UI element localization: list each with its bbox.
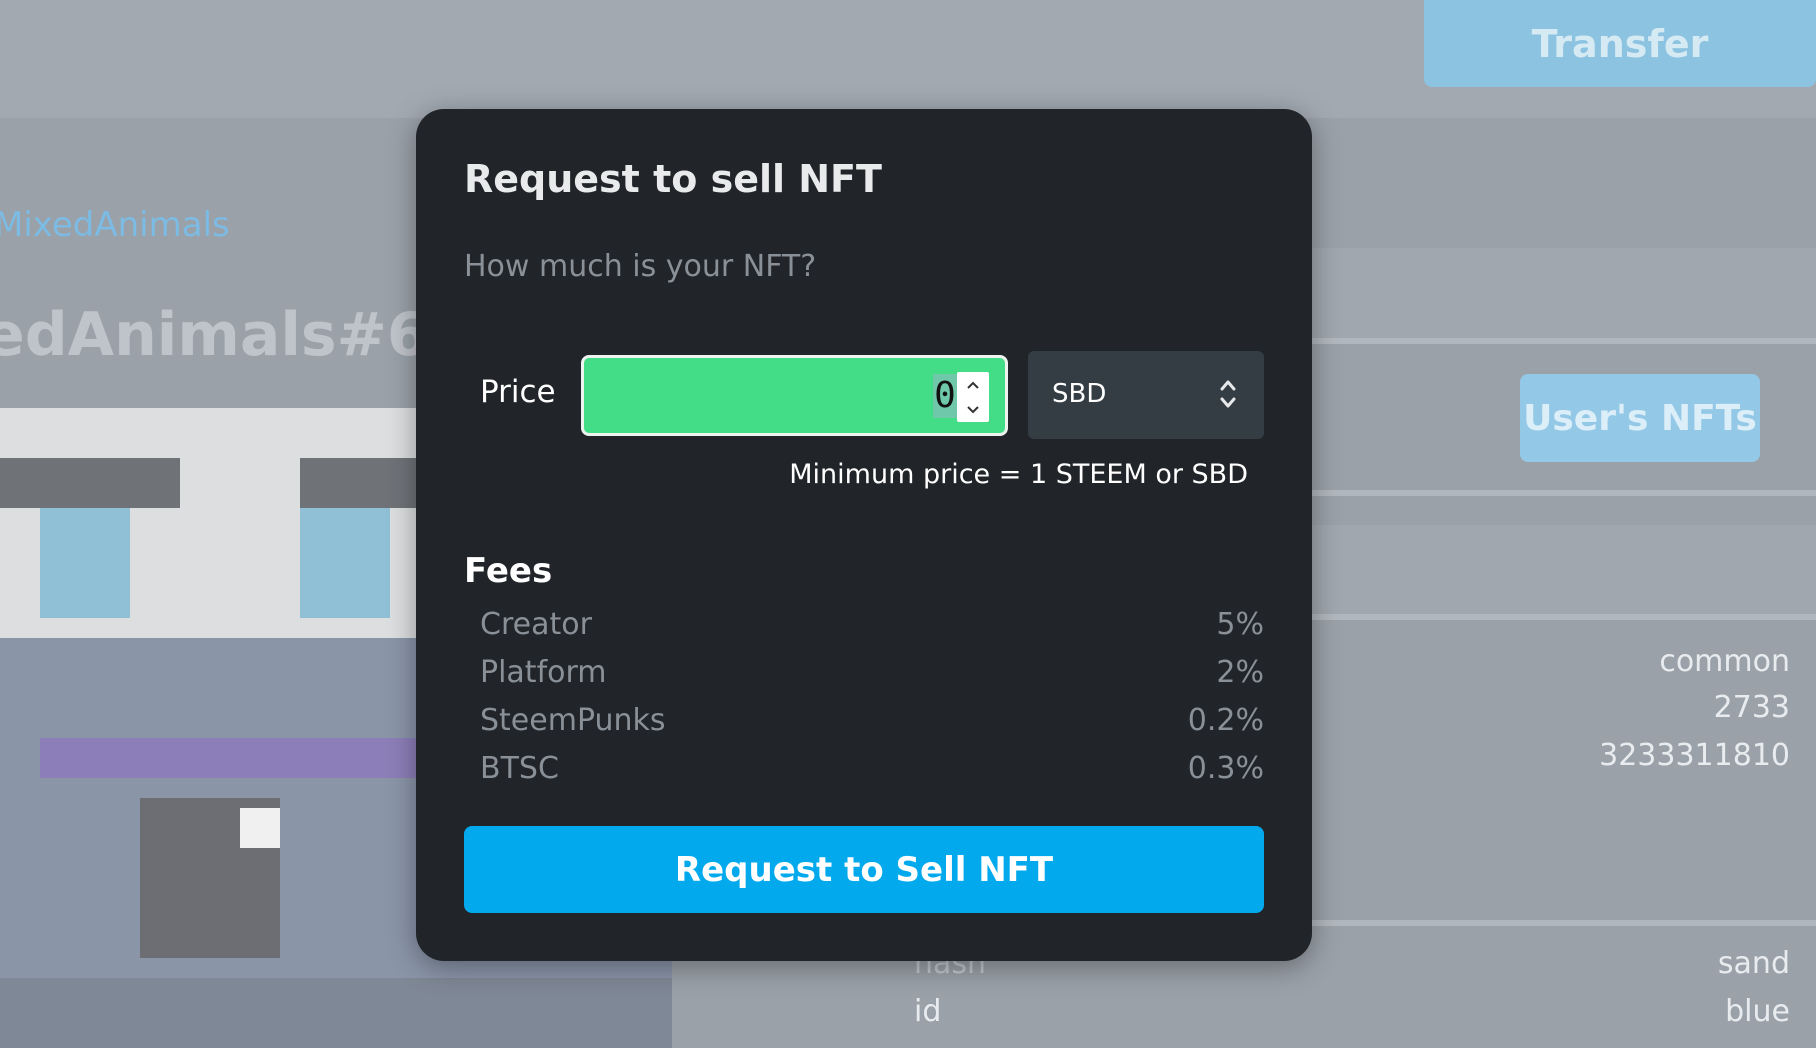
price-stepper[interactable] — [957, 372, 989, 422]
nft-title: edAnimals#60 — [0, 300, 471, 370]
info-panel-2 — [1300, 525, 1816, 620]
separator — [1300, 614, 1816, 620]
attribute-value: common — [1659, 644, 1790, 679]
attribute-value: 3233311810 — [1599, 738, 1790, 773]
fee-row: SteemPunks 0.2% — [480, 703, 1264, 747]
sell-nft-modal: Request to sell NFT How much is your NFT… — [416, 109, 1312, 961]
fee-name: Creator — [480, 607, 592, 642]
fee-name: Platform — [480, 655, 607, 690]
users-nfts-button[interactable]: User's NFTs — [1520, 374, 1760, 462]
transfer-button[interactable]: Transfer — [1424, 0, 1816, 87]
info-panel-1 — [1300, 248, 1816, 343]
attribute-value: 2733 — [1713, 690, 1790, 725]
attribute-value: sand — [1717, 946, 1790, 981]
fee-value: 0.2% — [1187, 703, 1264, 738]
currency-selected-value: SBD — [1052, 379, 1107, 409]
fee-value: 2% — [1216, 655, 1264, 690]
collection-link[interactable]: MixedAnimals — [0, 205, 230, 245]
caret-down-icon[interactable] — [957, 397, 989, 422]
modal-subtitle: How much is your NFT? — [464, 249, 817, 284]
caret-up-icon[interactable] — [957, 372, 989, 397]
fee-value: 5% — [1216, 607, 1264, 642]
fee-row: BTSC 0.3% — [480, 751, 1264, 795]
fee-name: SteemPunks — [480, 703, 666, 738]
up-down-chevron-icon — [1218, 377, 1238, 415]
minimum-price-note: Minimum price = 1 STEEM or SBD — [789, 459, 1248, 490]
request-to-sell-button[interactable]: Request to Sell NFT — [464, 826, 1264, 913]
fee-value: 0.3% — [1187, 751, 1264, 786]
attribute-value: blue — [1725, 994, 1790, 1029]
fee-name: BTSC — [480, 751, 559, 786]
price-label: Price — [480, 374, 556, 410]
currency-select[interactable]: SBD — [1028, 351, 1264, 439]
fees-heading: Fees — [464, 551, 553, 591]
modal-title: Request to sell NFT — [464, 157, 882, 201]
separator — [1300, 338, 1816, 344]
fee-row: Creator 5% — [480, 607, 1264, 651]
fee-row: Platform 2% — [480, 655, 1264, 699]
price-input-value[interactable]: 0 — [933, 374, 957, 418]
separator — [1300, 490, 1816, 496]
price-input[interactable]: 0 — [581, 355, 1008, 436]
attribute-key: id — [914, 994, 942, 1029]
